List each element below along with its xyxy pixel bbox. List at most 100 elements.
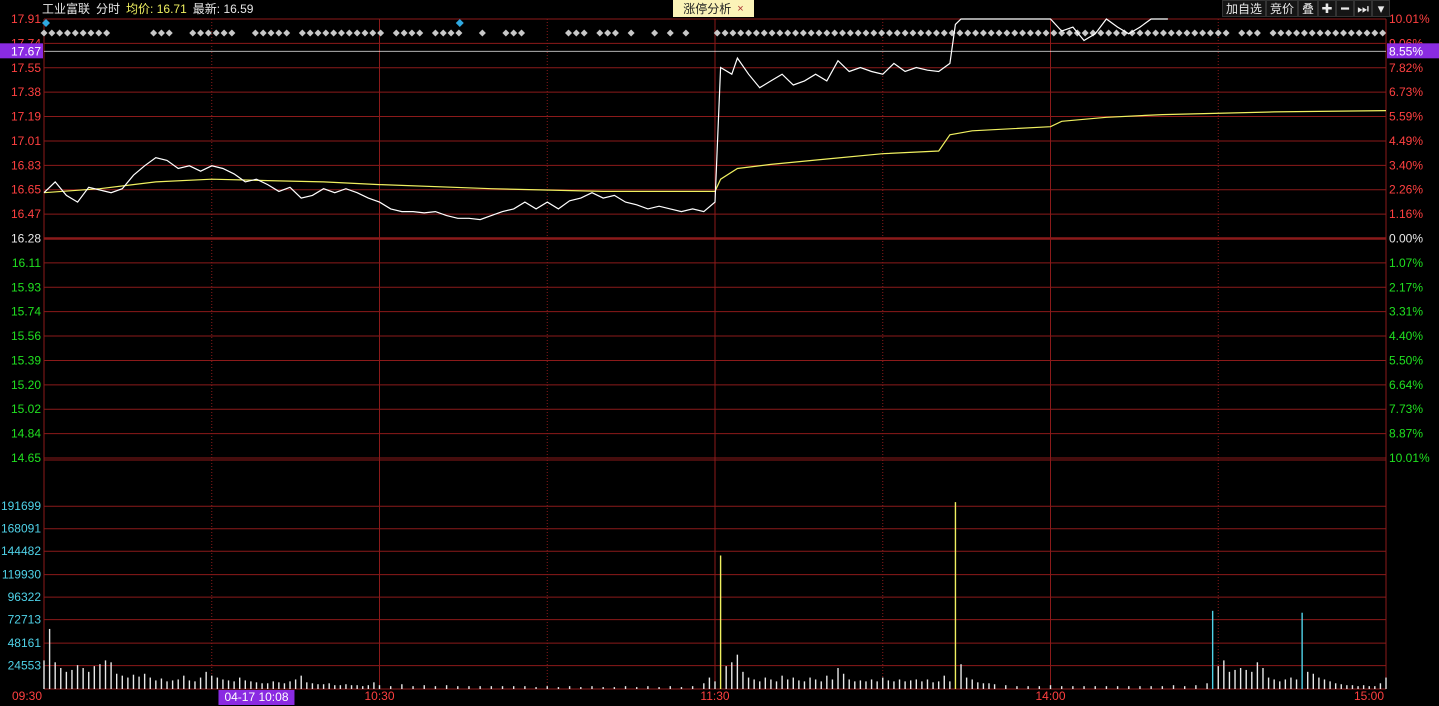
event-marker: [1183, 29, 1191, 37]
event-marker: [1199, 29, 1207, 37]
event-marker: [56, 29, 64, 37]
price-tick-label: 17.01: [11, 134, 41, 148]
price-tick-label: 17.91: [11, 12, 41, 26]
event-markers-row: [40, 19, 1387, 37]
event-marker: [1253, 29, 1261, 37]
event-marker: [776, 29, 784, 37]
event-marker: [940, 29, 948, 37]
price-tick-label: 16.28: [11, 232, 41, 246]
event-marker: [1355, 29, 1363, 37]
time-tick-label: 10:30: [364, 689, 394, 703]
percent-tick-label: 5.50%: [1389, 353, 1423, 367]
event-marker: [932, 29, 940, 37]
event-marker: [416, 29, 424, 37]
event-marker: [1034, 29, 1042, 37]
event-marker: [1238, 29, 1246, 37]
event-marker: [165, 29, 173, 37]
percent-axis: 10.01%9.06%7.82%6.73%5.59%4.49%3.40%2.26…: [1389, 12, 1430, 465]
event-marker: [1175, 29, 1183, 37]
event-marker: [71, 29, 79, 37]
percent-tick-label: 4.49%: [1389, 134, 1423, 148]
event-marker: [1340, 29, 1348, 37]
event-marker: [831, 29, 839, 37]
event-marker: [377, 29, 385, 37]
volume-tick-label: 168091: [1, 522, 41, 536]
event-marker-highlight: [42, 19, 50, 27]
event-marker: [79, 29, 87, 37]
event-marker: [784, 29, 792, 37]
percent-tick-label: 5.59%: [1389, 110, 1423, 124]
event-marker: [283, 29, 291, 37]
event-marker: [251, 29, 259, 37]
event-marker: [604, 29, 612, 37]
event-marker: [1042, 29, 1050, 37]
event-marker: [1081, 29, 1089, 37]
event-marker: [564, 29, 572, 37]
price-tick-label: 17.55: [11, 61, 41, 75]
event-marker: [807, 29, 815, 37]
event-marker: [1144, 29, 1152, 37]
event-marker: [518, 29, 526, 37]
volume-tick-label: 24553: [8, 659, 42, 673]
event-marker: [651, 29, 659, 37]
intraday-chart[interactable]: 17.9117.7417.5517.3817.1917.0116.8316.65…: [0, 0, 1439, 706]
event-marker: [815, 29, 823, 37]
volume-tick-label: 48161: [8, 636, 42, 650]
event-marker: [48, 29, 56, 37]
event-marker: [823, 29, 831, 37]
event-marker: [1026, 29, 1034, 37]
price-tick-label: 17.19: [11, 110, 41, 124]
event-marker: [1050, 29, 1058, 37]
event-marker: [455, 29, 463, 37]
event-marker: [682, 29, 690, 37]
percent-tick-label: 10.01%: [1389, 451, 1430, 465]
price-axis: 17.9117.7417.5517.3817.1917.0116.8316.65…: [11, 12, 41, 465]
event-marker: [1167, 29, 1175, 37]
event-marker: [979, 29, 987, 37]
event-marker: [267, 29, 275, 37]
event-marker: [721, 29, 729, 37]
time-tick-label: 14:00: [1035, 689, 1065, 703]
event-marker: [745, 29, 753, 37]
event-marker: [212, 29, 220, 37]
event-marker: [1206, 29, 1214, 37]
event-marker: [392, 29, 400, 37]
event-marker: [792, 29, 800, 37]
event-marker: [345, 29, 353, 37]
event-marker: [204, 29, 212, 37]
event-marker: [1003, 29, 1011, 37]
event-marker: [197, 29, 205, 37]
event-marker: [103, 29, 111, 37]
percent-tick-label: 2.26%: [1389, 183, 1423, 197]
event-marker: [150, 29, 158, 37]
event-marker: [987, 29, 995, 37]
event-marker: [408, 29, 416, 37]
event-marker: [862, 29, 870, 37]
percent-tick-label: 7.73%: [1389, 402, 1423, 416]
percent-tick-label: 8.87%: [1389, 427, 1423, 441]
event-marker: [1136, 29, 1144, 37]
event-marker: [63, 29, 71, 37]
event-marker: [917, 29, 925, 37]
percent-tick-label: 2.17%: [1389, 280, 1423, 294]
event-marker: [431, 29, 439, 37]
crosshair-cursor: 17.67 8.55% 04-17 10:08: [0, 43, 1439, 705]
event-marker: [157, 29, 165, 37]
price-tick-label: 15.02: [11, 402, 41, 416]
price-tick-label: 15.39: [11, 353, 41, 367]
event-marker: [369, 29, 377, 37]
event-marker: [306, 29, 314, 37]
event-marker: [95, 29, 103, 37]
event-marker: [1011, 29, 1019, 37]
event-marker: [298, 29, 306, 37]
event-marker: [353, 29, 361, 37]
event-marker: [956, 29, 964, 37]
event-marker-highlight: [455, 19, 464, 27]
price-tick-label: 15.20: [11, 378, 41, 392]
event-marker: [1363, 29, 1371, 37]
event-marker: [1066, 29, 1074, 37]
price-tick-label: 14.84: [11, 427, 41, 441]
event-marker: [337, 29, 345, 37]
event-marker: [1347, 29, 1355, 37]
event-marker: [1269, 29, 1277, 37]
